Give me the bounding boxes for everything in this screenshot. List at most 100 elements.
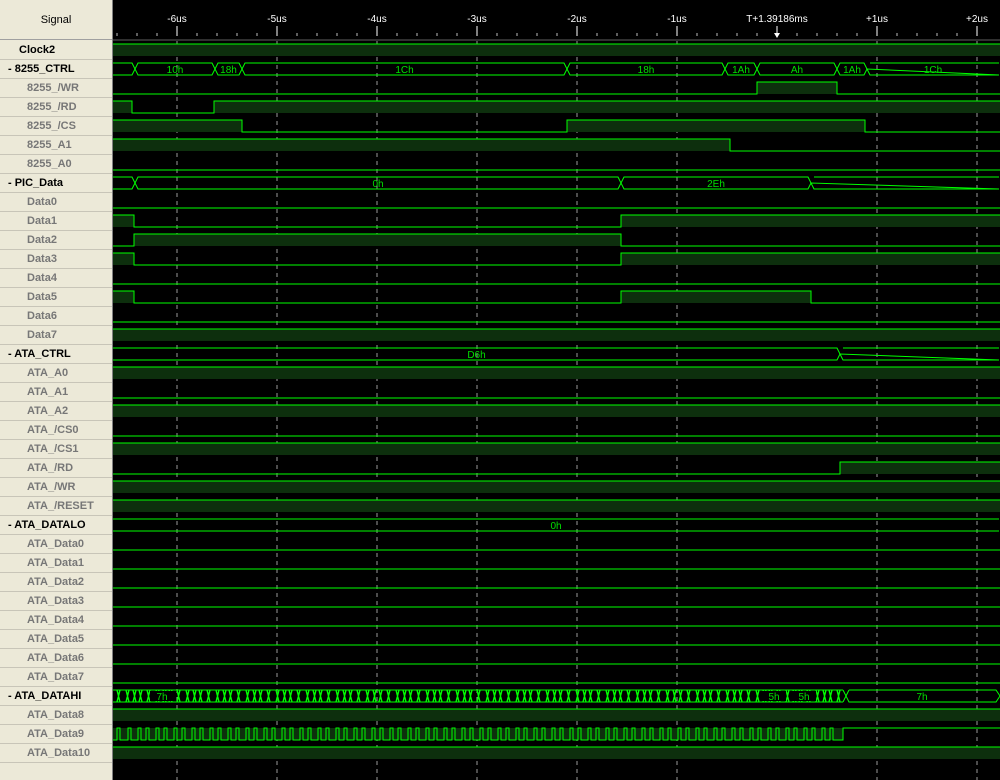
signal-name-8255-a1[interactable]: 8255_A1 bbox=[0, 136, 112, 155]
trace-ata-data8-fill bbox=[113, 709, 1000, 721]
signal-name-ata-datalo[interactable]: - ATA_DATALO bbox=[0, 516, 112, 535]
trace-ata-datahi-value: 7h bbox=[156, 692, 167, 703]
trace-8255-a1-fill bbox=[113, 139, 730, 151]
trace-pic-data-value: 0h bbox=[372, 179, 383, 190]
trace-ata-cs1-fill bbox=[113, 443, 1000, 455]
signal-name-ata-cs1[interactable]: ATA_/CS1 bbox=[0, 440, 112, 459]
signal-name-ata-a2[interactable]: ATA_A2 bbox=[0, 402, 112, 421]
signal-name-ata-data10[interactable]: ATA_Data10 bbox=[0, 744, 112, 763]
trace-pic-data-segment bbox=[810, 176, 1000, 190]
tick-label: -1us bbox=[667, 14, 686, 25]
signal-name-ata-reset[interactable]: ATA_/RESET bbox=[0, 497, 112, 516]
signal-name-ata-datahi[interactable]: - ATA_DATAHI bbox=[0, 687, 112, 706]
tick-label: -2us bbox=[567, 14, 586, 25]
trace-data1-fill bbox=[113, 215, 134, 227]
trace-data7-fill bbox=[113, 329, 1000, 341]
trace-pic-data-segment bbox=[113, 176, 136, 190]
signal-name-data5[interactable]: Data5 bbox=[0, 288, 112, 307]
signal-name-panel: Signal Clock2- 8255_CTRL 8255_/WR 8255_/RD… bbox=[0, 0, 113, 780]
signal-name-ata-data0[interactable]: ATA_Data0 bbox=[0, 535, 112, 554]
signal-name-pic-data[interactable]: - PIC_Data bbox=[0, 174, 112, 193]
trace-8255-wr-fill bbox=[757, 82, 837, 94]
trace-8255-ctrl-value: 18h bbox=[638, 65, 655, 76]
tick-label: -6us bbox=[167, 14, 186, 25]
signal-name-data0[interactable]: Data0 bbox=[0, 193, 112, 212]
signal-name-ata-wr[interactable]: ATA_/WR bbox=[0, 478, 112, 497]
signal-name-ata-cs0[interactable]: ATA_/CS0 bbox=[0, 421, 112, 440]
signal-name-data6[interactable]: Data6 bbox=[0, 307, 112, 326]
waveform-area[interactable]: -6us -5us -4us -3us -2us -1us +1us +2us T+1.3918… bbox=[113, 0, 1000, 780]
trace-8255-rd-fill bbox=[113, 101, 132, 113]
signal-name-ata-data9[interactable]: ATA_Data9 bbox=[0, 725, 112, 744]
trace-ata-wr-fill bbox=[113, 481, 1000, 493]
trace-8255-ctrl-value: 18h bbox=[220, 65, 237, 76]
trace-ata-rd-fill bbox=[840, 462, 1000, 474]
trace-data1-fill bbox=[621, 215, 1000, 227]
signal-name-8255-cs[interactable]: 8255_/CS bbox=[0, 117, 112, 136]
trace-data5-fill bbox=[621, 291, 811, 303]
trace-ata-datahi-value: 5h bbox=[798, 692, 809, 703]
trace-ata-ctrl-segment bbox=[839, 347, 1000, 361]
trace-ata-datahi-value: 7h bbox=[916, 692, 927, 703]
trace-ata-data9-fill bbox=[113, 728, 843, 740]
tick-label: +2us bbox=[966, 14, 988, 25]
trace-8255-wr bbox=[113, 81, 1000, 95]
trace-ata-data10-fill bbox=[113, 747, 1000, 759]
tick-label: -5us bbox=[267, 14, 286, 25]
signal-name-ata-a0[interactable]: ATA_A0 bbox=[0, 364, 112, 383]
signal-name-8255-ctrl[interactable]: - 8255_CTRL bbox=[0, 60, 112, 79]
trace-ata-ctrl-value: D6h bbox=[467, 350, 485, 361]
signal-name-ata-a1[interactable]: ATA_A1 bbox=[0, 383, 112, 402]
tick-label: -3us bbox=[467, 14, 486, 25]
signal-name-data3[interactable]: Data3 bbox=[0, 250, 112, 269]
trace-8255-ctrl-value: Ah bbox=[791, 65, 803, 76]
signal-name-ata-data4[interactable]: ATA_Data4 bbox=[0, 611, 112, 630]
trace-8255-ctrl-value: 1Ch bbox=[924, 65, 942, 76]
trace-data5 bbox=[113, 290, 1000, 304]
trace-ata-a2-fill bbox=[113, 405, 1000, 417]
trace-8255-rd-fill bbox=[214, 101, 1000, 113]
trace-pic-data-value: 2Eh bbox=[707, 179, 725, 190]
trace-ata-reset-fill bbox=[113, 500, 1000, 512]
trace-8255-ctrl-value: 1Ah bbox=[732, 65, 750, 76]
signal-name-8255-wr[interactable]: 8255_/WR bbox=[0, 79, 112, 98]
trace-data3-fill bbox=[621, 253, 1000, 265]
signal-name-ata-data2[interactable]: ATA_Data2 bbox=[0, 573, 112, 592]
signal-name-ata-data3[interactable]: ATA_Data3 bbox=[0, 592, 112, 611]
trace-8255-ctrl-segment bbox=[113, 62, 136, 76]
trace-clock2-fill bbox=[113, 44, 1000, 56]
trace-data3-fill bbox=[113, 253, 134, 265]
waveform-canvas[interactable]: -6us -5us -4us -3us -2us -1us +1us +2us T+1.3918… bbox=[113, 0, 1000, 780]
signal-name-ata-data8[interactable]: ATA_Data8 bbox=[0, 706, 112, 725]
trace-data2-fill bbox=[134, 234, 621, 246]
tick-label: -4us bbox=[367, 14, 386, 25]
trace-ata-datahi-value: 5h bbox=[768, 692, 779, 703]
signal-name-ata-data1[interactable]: ATA_Data1 bbox=[0, 554, 112, 573]
trace-ata-a0-fill bbox=[113, 367, 1000, 379]
trace-ata-datalo-value: 0h bbox=[550, 521, 561, 532]
signal-name-data7[interactable]: Data7 bbox=[0, 326, 112, 345]
signal-column-header[interactable]: Signal bbox=[0, 0, 112, 40]
trace-8255-cs-fill bbox=[567, 120, 865, 132]
signal-name-ata-data7[interactable]: ATA_Data7 bbox=[0, 668, 112, 687]
signal-name-ata-data5[interactable]: ATA_Data5 bbox=[0, 630, 112, 649]
trace-data5-fill bbox=[113, 291, 134, 303]
trace-8255-ctrl-value: 10h bbox=[167, 65, 184, 76]
signal-name-8255-rd[interactable]: 8255_/RD bbox=[0, 98, 112, 117]
trace-ata-datahi-activity bbox=[116, 689, 841, 703]
signal-name-data2[interactable]: Data2 bbox=[0, 231, 112, 250]
signal-name-ata-ctrl[interactable]: - ATA_CTRL bbox=[0, 345, 112, 364]
tick-label: +1us bbox=[866, 14, 888, 25]
trace-8255-cs-fill bbox=[113, 120, 242, 132]
signal-name-data1[interactable]: Data1 bbox=[0, 212, 112, 231]
trace-8255-cs bbox=[113, 119, 1000, 133]
signal-name-clock2[interactable]: Clock2 bbox=[0, 41, 112, 60]
signal-name-data4[interactable]: Data4 bbox=[0, 269, 112, 288]
signal-name-8255-a0[interactable]: 8255_A0 bbox=[0, 155, 112, 174]
trace-8255-ctrl-value: 1Ah bbox=[843, 65, 861, 76]
signal-name-ata-data6[interactable]: ATA_Data6 bbox=[0, 649, 112, 668]
trace-8255-ctrl-value: 1Ch bbox=[395, 65, 413, 76]
cursor-time-label: T+1.39186ms bbox=[746, 14, 807, 25]
logic-analyzer-window: Signal Clock2- 8255_CTRL 8255_/WR 8255_/RD… bbox=[0, 0, 1000, 780]
signal-name-ata-rd[interactable]: ATA_/RD bbox=[0, 459, 112, 478]
